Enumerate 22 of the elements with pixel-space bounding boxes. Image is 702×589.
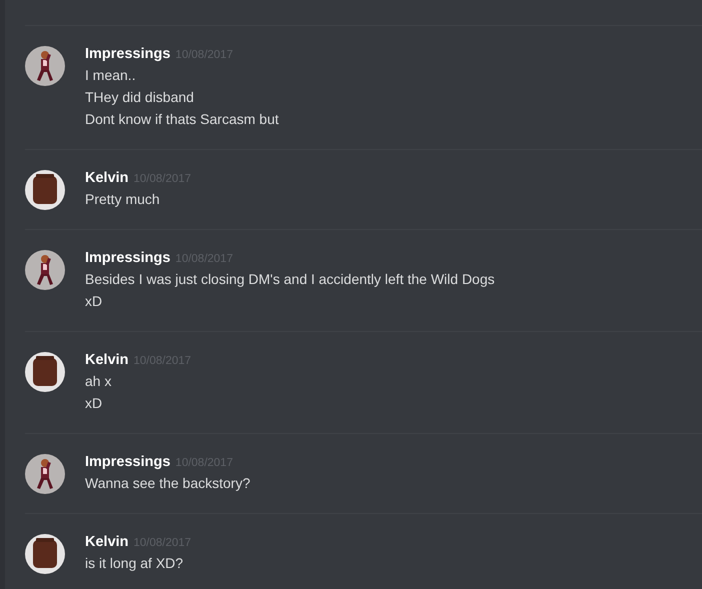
username[interactable]: Kelvin [85,352,129,368]
avatar-icon[interactable] [25,250,65,290]
message-text: I mean.. [85,66,137,85]
message-text: xD [85,292,104,311]
message-text: THey did disband [85,88,195,107]
message-text: Wanna see the backstory? [85,474,250,493]
username[interactable]: Kelvin [85,170,129,186]
message-text: is it long af XD? [85,554,184,573]
username[interactable]: Impressings [85,250,170,266]
avatar-icon[interactable] [25,352,65,392]
avatar-icon[interactable] [25,454,65,494]
message-text: Pretty much [85,190,161,209]
message-text: ah x [85,372,112,391]
avatar-icon[interactable] [25,46,65,86]
message-text: Besides I was just closing DM's and I accidently left the Wild Dogs [85,270,495,289]
username[interactable]: Kelvin [85,534,129,550]
avatar-icon[interactable] [25,534,65,574]
username[interactable]: Impressings [85,46,170,62]
message-text: Dont know if thats Sarcasm but [85,110,279,129]
avatar-icon[interactable] [25,170,65,210]
username[interactable]: Impressings [85,454,170,470]
message-text: xD [85,394,104,413]
